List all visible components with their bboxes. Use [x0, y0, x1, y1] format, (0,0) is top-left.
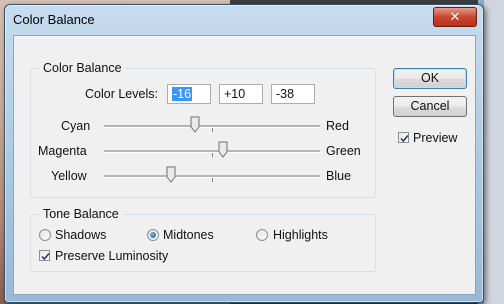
- color-level-yellow-blue-input[interactable]: -38: [271, 84, 315, 104]
- checkmark-icon: [41, 252, 50, 261]
- highlights-radio[interactable]: [256, 229, 268, 241]
- color-level-cyan-red-input[interactable]: -16: [167, 84, 211, 104]
- color-level-yellow-blue-value: -38: [276, 87, 295, 101]
- checkmark-icon: [400, 134, 409, 143]
- color-level-cyan-red-value: -16: [172, 87, 193, 101]
- background-side-panel: [484, 0, 504, 304]
- color-levels-label: Color Levels:: [85, 87, 158, 101]
- yellow-blue-slider-center-tick: [212, 178, 213, 182]
- cyan-red-slider-thumb[interactable]: [190, 116, 200, 133]
- magenta-green-slider-thumb[interactable]: [218, 141, 228, 158]
- slider-blue-label: Blue: [326, 169, 352, 183]
- cyan-red-slider-center-tick: [212, 128, 213, 132]
- tone-balance-group: Tone Balance Shadows Midtones Highlights…: [30, 206, 376, 272]
- preserve-luminosity-label[interactable]: Preserve Luminosity: [55, 248, 168, 264]
- highlights-label[interactable]: Highlights: [273, 227, 328, 243]
- close-icon: ✕: [449, 9, 461, 24]
- color-level-magenta-green-input[interactable]: +10: [219, 84, 263, 104]
- color-level-magenta-green-value: +10: [224, 87, 246, 101]
- cancel-button[interactable]: Cancel: [393, 96, 467, 117]
- dialog-body: Color Balance Color Levels: -16 +10 -38 …: [13, 35, 476, 295]
- color-balance-group-title: Color Balance: [39, 60, 126, 76]
- midtones-radio[interactable]: [147, 229, 159, 241]
- preview-label[interactable]: Preview: [413, 130, 457, 146]
- color-balance-dialog: Color Balance ✕ Color Balance Color Leve…: [4, 4, 484, 303]
- preview-checkbox[interactable]: [398, 132, 409, 143]
- color-balance-group: Color Balance Color Levels: -16 +10 -38 …: [30, 60, 376, 198]
- shadows-radio[interactable]: [39, 229, 51, 241]
- ok-button[interactable]: OK: [393, 68, 467, 89]
- preserve-luminosity-checkbox[interactable]: [39, 250, 50, 261]
- tone-balance-group-title: Tone Balance: [39, 206, 123, 222]
- shadows-label[interactable]: Shadows: [55, 227, 106, 243]
- yellow-blue-slider-thumb[interactable]: [166, 166, 176, 183]
- midtones-label[interactable]: Midtones: [163, 227, 214, 243]
- title-bar[interactable]: Color Balance: [13, 9, 423, 31]
- slider-yellow-label: Yellow: [51, 169, 87, 183]
- close-button[interactable]: ✕: [433, 7, 477, 27]
- slider-green-label: Green: [326, 144, 361, 158]
- slider-cyan-label: Cyan: [61, 119, 91, 133]
- magenta-green-slider-center-tick: [212, 153, 213, 157]
- window-title: Color Balance: [13, 12, 95, 27]
- slider-magenta-label: Magenta: [38, 144, 87, 158]
- slider-red-label: Red: [326, 119, 349, 133]
